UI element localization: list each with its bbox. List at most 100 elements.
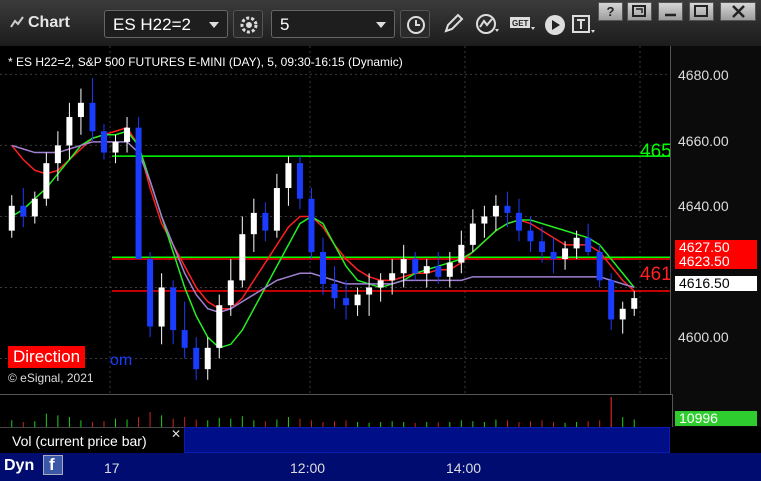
direction-label: Direction bbox=[8, 346, 86, 368]
candle-body bbox=[320, 251, 326, 284]
x-tick-1400: 14:00 bbox=[446, 460, 482, 476]
candle-body bbox=[469, 223, 476, 245]
green-line-label: 465 bbox=[640, 141, 670, 162]
candle-body bbox=[631, 298, 638, 309]
candle-body bbox=[585, 237, 592, 252]
candle-body bbox=[77, 102, 84, 118]
chevron-down-icon[interactable] bbox=[376, 22, 386, 28]
candle-body bbox=[158, 287, 165, 327]
interval-value: 5 bbox=[280, 15, 290, 34]
candle-body bbox=[527, 230, 534, 242]
candle-body bbox=[515, 212, 522, 231]
candle-body bbox=[619, 308, 626, 320]
candle-body bbox=[550, 251, 557, 260]
candle-body bbox=[112, 141, 119, 153]
settings-button[interactable] bbox=[233, 10, 263, 38]
study-button[interactable] bbox=[471, 10, 501, 38]
chart-icon bbox=[10, 16, 24, 28]
candle-body bbox=[227, 280, 234, 306]
candle-body bbox=[573, 237, 580, 249]
candle-body bbox=[262, 212, 269, 231]
volume-bars bbox=[11, 397, 635, 427]
candle-body bbox=[193, 347, 200, 370]
symbol-value: ES H22=2 bbox=[113, 15, 191, 34]
candle-body bbox=[377, 280, 384, 288]
candle-body bbox=[435, 266, 442, 277]
text-tool-icon bbox=[572, 15, 595, 33]
candle-body bbox=[596, 251, 603, 281]
chevron-down-icon[interactable] bbox=[209, 22, 219, 28]
candle-body bbox=[204, 347, 211, 370]
play-icon bbox=[545, 15, 565, 35]
x-tick-17: 17 bbox=[104, 460, 120, 476]
help-button[interactable]: ? bbox=[598, 2, 623, 21]
candle-body bbox=[296, 163, 303, 199]
restore-icon bbox=[632, 5, 646, 17]
candle-body bbox=[412, 259, 419, 274]
candle-body bbox=[273, 188, 280, 231]
candle-body bbox=[400, 259, 407, 274]
svg-text:GET: GET bbox=[512, 19, 529, 28]
candle-body bbox=[389, 273, 396, 281]
candle-body bbox=[504, 205, 511, 213]
candle-body bbox=[331, 283, 338, 299]
candle-body bbox=[343, 298, 350, 306]
candle-body bbox=[181, 330, 188, 348]
price-chart[interactable] bbox=[0, 46, 670, 394]
minimize-button[interactable] bbox=[658, 2, 683, 21]
price-tag-4623: 4623.50 bbox=[675, 254, 757, 269]
app-title-text: Chart bbox=[28, 14, 70, 31]
y-tick-4660: 4660.00 bbox=[678, 133, 729, 149]
candle-body bbox=[285, 163, 292, 189]
candle-body bbox=[54, 145, 61, 164]
chart-legend: * ES H22=2, S&P 500 FUTURES E-MINI (DAY)… bbox=[8, 55, 403, 69]
app-title: Chart bbox=[10, 14, 70, 32]
draw-button[interactable] bbox=[438, 10, 468, 38]
candle-body bbox=[20, 205, 27, 217]
close-icon bbox=[731, 5, 745, 18]
candle-body bbox=[8, 205, 15, 231]
candle-body bbox=[216, 305, 223, 348]
candle-body bbox=[492, 205, 499, 217]
minimize-icon bbox=[665, 13, 676, 17]
candle-body bbox=[250, 212, 257, 235]
get-icon: GET bbox=[510, 17, 535, 30]
candle-body bbox=[239, 234, 246, 281]
volume-study-axis bbox=[670, 427, 761, 453]
get-button[interactable]: GET bbox=[505, 10, 535, 38]
time-button[interactable] bbox=[400, 10, 430, 38]
close-button[interactable] bbox=[720, 2, 756, 21]
price-tag-last: 4616.50 bbox=[675, 276, 757, 291]
candle-body bbox=[446, 262, 453, 277]
candle-body bbox=[562, 248, 569, 260]
volume-current-tag: 10996 bbox=[675, 411, 757, 426]
clock-icon bbox=[407, 16, 425, 34]
candle-body bbox=[43, 163, 50, 199]
candle-body bbox=[89, 102, 96, 132]
candle-body bbox=[66, 117, 73, 146]
window-titlebar: Chart ES H22=2 5 GET ? bbox=[0, 0, 761, 47]
candle-body bbox=[147, 259, 154, 327]
y-tick-4640: 4640.00 bbox=[678, 198, 729, 214]
direction-tail-text: om bbox=[110, 352, 133, 369]
candle-body bbox=[124, 127, 131, 142]
candle-body bbox=[308, 198, 315, 252]
copyright: © eSignal, 2021 bbox=[8, 371, 94, 385]
dyn-label: Dyn bbox=[4, 457, 35, 474]
gear-icon bbox=[240, 16, 258, 34]
maximize-button[interactable] bbox=[689, 2, 714, 21]
text-tool-button[interactable] bbox=[567, 10, 597, 38]
maximize-icon bbox=[694, 5, 708, 17]
facebook-icon[interactable]: f bbox=[43, 455, 63, 475]
candle-body bbox=[100, 131, 107, 153]
play-button[interactable] bbox=[539, 10, 569, 38]
restore-button[interactable] bbox=[627, 2, 652, 21]
x-tick-1200: 12:00 bbox=[290, 460, 326, 476]
symbol-field[interactable]: ES H22=2 bbox=[104, 10, 228, 38]
candle-body bbox=[366, 287, 373, 295]
candle-body bbox=[608, 280, 615, 320]
candle-body bbox=[423, 266, 430, 274]
help-icon: ? bbox=[606, 4, 615, 19]
close-study-icon[interactable]: ✕ bbox=[171, 427, 181, 441]
interval-field[interactable]: 5 bbox=[271, 10, 395, 38]
